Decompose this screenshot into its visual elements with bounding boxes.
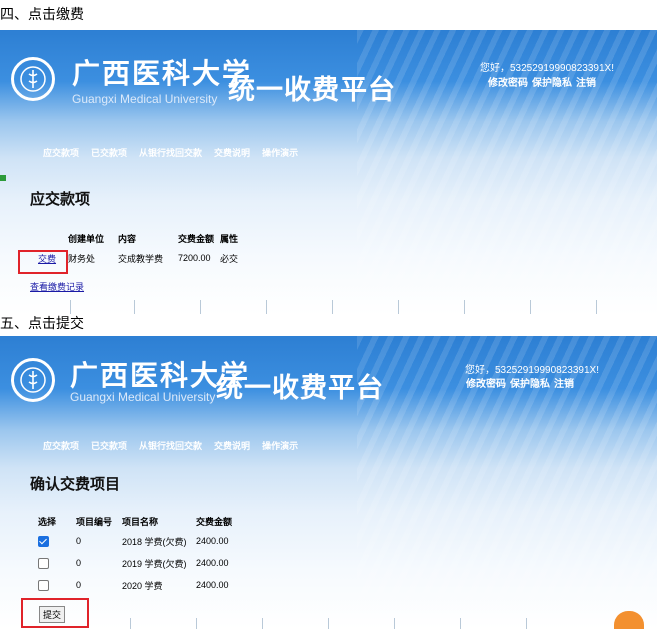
university-name-en: Guangxi Medical University xyxy=(70,390,216,404)
checkbox-2020[interactable] xyxy=(38,579,49,591)
nav-instructions[interactable]: 交费说明 xyxy=(214,146,250,159)
nav-paid[interactable]: 已交款项 xyxy=(91,439,127,452)
privacy-link[interactable]: 保护隐私 xyxy=(532,78,572,89)
platform-title: 统一收费平台 xyxy=(228,75,396,105)
amount-cell: 2400.00 xyxy=(196,558,229,568)
step5-title: 五、点击提交 xyxy=(0,315,84,331)
university-name-en: Guangxi Medical University xyxy=(72,92,218,106)
change-password-link[interactable]: 修改密码 xyxy=(466,379,506,390)
col-select: 选择 xyxy=(38,516,57,527)
col-name: 项目名称 xyxy=(122,516,159,527)
select-cell xyxy=(38,530,76,552)
user-links: 修改密码 保护隐私 注销 xyxy=(488,74,600,89)
university-logo-icon xyxy=(11,57,55,101)
grid-line xyxy=(134,300,135,314)
grid-line xyxy=(130,618,131,629)
col-amount: 交费金额 xyxy=(196,516,233,527)
user-links: 修改密码 保护隐私 注销 xyxy=(466,375,578,390)
platform-title: 统一收费平台 xyxy=(216,373,384,403)
grid-line xyxy=(596,300,597,314)
col-content: 内容 xyxy=(118,233,137,244)
amount-cell: 2400.00 xyxy=(196,536,229,546)
col-attr: 属性 xyxy=(220,233,239,244)
code-cell: 0 xyxy=(76,536,82,546)
grid-line xyxy=(526,618,527,629)
section-title: 确认交费项目 xyxy=(30,476,121,493)
side-marker xyxy=(0,175,6,181)
grid-line xyxy=(70,300,71,314)
user-greeting: 您好，53252919990823391X! xyxy=(465,365,599,376)
grid-line xyxy=(530,300,531,314)
checkbox-2018[interactable] xyxy=(38,535,49,547)
nav-payable[interactable]: 应交款项 xyxy=(43,439,79,452)
grid-line xyxy=(266,300,267,314)
grid-line xyxy=(200,300,201,314)
amount-cell: 7200.00 xyxy=(178,253,211,263)
col-code: 项目编号 xyxy=(76,516,113,527)
table-header-row: 选择 项目编号 项目名称 交费金额 xyxy=(38,512,236,530)
name-cell: 2018 学费(欠费) xyxy=(122,536,187,547)
grid-line xyxy=(196,618,197,629)
confirm-page-screenshot: 广西医科大学 Guangxi Medical University 统一收费平台… xyxy=(0,336,657,629)
nav-bank-recover[interactable]: 从银行找回交款 xyxy=(139,439,202,452)
table-row: 交费 财务处 交成教学费 7200.00 必交 xyxy=(38,247,242,269)
table-header-row: 创建单位 内容 交费金额 属性 xyxy=(38,229,242,247)
amount-cell: 2400.00 xyxy=(196,580,229,590)
name-cell: 2020 学费 xyxy=(122,580,163,591)
grid-line xyxy=(464,300,465,314)
name-cell: 2019 学费(欠费) xyxy=(122,558,187,569)
nav-instructions[interactable]: 交费说明 xyxy=(214,439,250,452)
university-name-cn: 广西医科大学 xyxy=(72,57,253,90)
select-cell xyxy=(38,574,76,596)
grid-line xyxy=(262,618,263,629)
payment-history-link[interactable]: 查看缴费记录 xyxy=(30,280,84,293)
confirm-table: 选择 项目编号 项目名称 交费金额 0 2018 学费(欠费) 2400.00 … xyxy=(38,512,236,596)
col-action xyxy=(38,229,68,247)
table-row: 0 2019 学费(欠费) 2400.00 xyxy=(38,552,236,574)
step4-title: 四、点击缴费 xyxy=(0,6,84,22)
table-row: 0 2018 学费(欠费) 2400.00 xyxy=(38,530,236,552)
privacy-link[interactable]: 保护隐私 xyxy=(510,379,550,390)
attr-cell: 必交 xyxy=(220,253,239,264)
content-cell: 交成教学费 xyxy=(118,253,164,264)
grid-line xyxy=(394,618,395,629)
code-cell: 0 xyxy=(76,580,82,590)
nav-demo[interactable]: 操作演示 xyxy=(262,439,298,452)
section-title: 应交款项 xyxy=(30,191,91,208)
grid-line xyxy=(398,300,399,314)
payable-table: 创建单位 内容 交费金额 属性 交费 财务处 交成教学费 7200.00 必交 xyxy=(38,229,242,269)
select-cell xyxy=(38,552,76,574)
highlight-box-submit xyxy=(21,598,89,628)
nav-demo[interactable]: 操作演示 xyxy=(262,146,298,159)
table-row: 0 2020 学费 2400.00 xyxy=(38,574,236,596)
university-logo-icon xyxy=(11,358,55,402)
change-password-link[interactable]: 修改密码 xyxy=(488,78,528,89)
nav-payable[interactable]: 应交款项 xyxy=(43,146,79,159)
main-nav: 应交款项 已交款项 从银行找回交款 交费说明 操作演示 xyxy=(43,439,298,452)
highlight-box-pay xyxy=(18,250,68,274)
unit-cell: 财务处 xyxy=(68,253,96,264)
code-cell: 0 xyxy=(76,558,82,568)
nav-bank-recover[interactable]: 从银行找回交款 xyxy=(139,146,202,159)
logout-link[interactable]: 注销 xyxy=(576,78,596,89)
checkbox-2019[interactable] xyxy=(38,557,49,569)
logout-link[interactable]: 注销 xyxy=(554,379,574,390)
user-greeting: 您好，53252919990823391X! xyxy=(480,63,614,74)
main-nav: 应交款项 已交款项 从银行找回交款 交费说明 操作演示 xyxy=(43,146,298,159)
grid-line xyxy=(328,618,329,629)
col-amount: 交费金额 xyxy=(178,233,215,244)
grid-line xyxy=(332,300,333,314)
nav-paid[interactable]: 已交款项 xyxy=(91,146,127,159)
grid-line xyxy=(460,618,461,629)
col-unit: 创建单位 xyxy=(68,233,105,244)
payment-page-screenshot: 广西医科大学 Guangxi Medical University 统一收费平台… xyxy=(0,30,657,315)
